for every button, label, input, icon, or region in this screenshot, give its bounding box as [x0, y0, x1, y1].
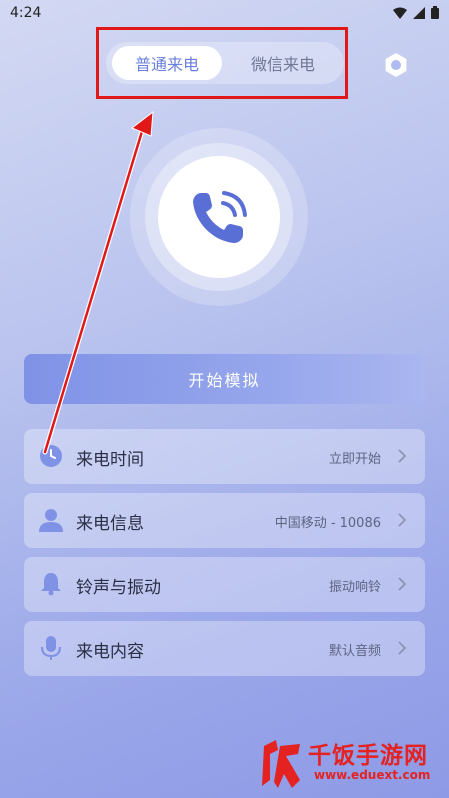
clock-icon	[40, 445, 62, 467]
start-simulation-button[interactable]: 开始模拟	[24, 354, 425, 404]
watermark: 千饭手游网 www.eduext.com	[256, 734, 446, 794]
status-time: 4:24	[10, 5, 42, 21]
bell-icon	[41, 573, 61, 596]
setting-value: 振动响铃	[328, 580, 381, 595]
microphone-icon	[41, 636, 61, 660]
setting-value: 中国移动 - 10086	[274, 516, 381, 531]
annotation-highlight-box	[96, 27, 348, 99]
watermark-logo	[262, 740, 300, 788]
watermark-title: 千饭手游网	[308, 743, 428, 769]
chevron-right-icon	[398, 577, 407, 591]
setting-row-call-time[interactable]: 来电时间 立即开始	[24, 429, 425, 484]
setting-row-call-content[interactable]: 来电内容 默认音频	[24, 621, 425, 676]
setting-value: 默认音频	[328, 644, 381, 659]
signal-icon	[413, 6, 425, 19]
watermark-url: www.eduext.com	[314, 768, 431, 782]
phone-icon	[193, 191, 247, 243]
person-icon	[39, 509, 63, 532]
setting-label: 来电信息	[76, 514, 144, 534]
setting-label: 铃声与振动	[76, 578, 161, 598]
setting-label: 来电时间	[76, 450, 144, 470]
settings-icon[interactable]	[382, 51, 410, 79]
wifi-icon	[393, 7, 407, 19]
setting-row-call-info[interactable]: 来电信息 中国移动 - 10086	[24, 493, 425, 548]
call-button[interactable]	[158, 156, 280, 278]
setting-label: 来电内容	[76, 642, 144, 662]
chevron-right-icon	[398, 513, 407, 527]
status-bar: 4:24	[0, 0, 449, 26]
setting-value: 立即开始	[328, 452, 381, 467]
battery-icon	[431, 6, 439, 19]
chevron-right-icon	[398, 449, 407, 463]
chevron-right-icon	[398, 641, 407, 655]
setting-row-ringtone[interactable]: 铃声与振动 振动响铃	[24, 557, 425, 612]
